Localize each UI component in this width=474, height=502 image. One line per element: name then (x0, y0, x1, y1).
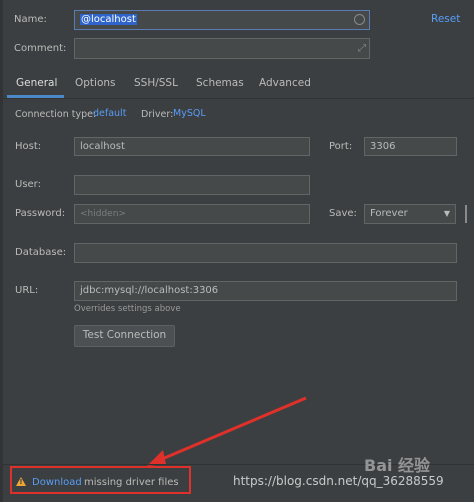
database-label: Database: (15, 247, 67, 258)
driver-label: Driver: (141, 109, 174, 120)
host-label: Host: (15, 141, 42, 152)
save-select[interactable]: Forever ▼ (364, 204, 456, 224)
connection-type-label: Connection type: (15, 109, 97, 120)
warning-bang: ! (19, 478, 23, 486)
test-connection-button[interactable]: Test Connection (74, 325, 175, 347)
name-field[interactable]: @localhost (74, 10, 370, 30)
name-label: Name: (14, 14, 47, 25)
watermark-brand: Bai 经验 (364, 456, 431, 475)
left-edge (0, 0, 3, 502)
tab-advanced[interactable]: Advanced (259, 76, 311, 90)
driver-value[interactable]: MySQL (173, 108, 206, 119)
database-input[interactable] (74, 243, 457, 263)
save-label: Save: (329, 208, 357, 219)
expand-icon[interactable]: ⤢ (358, 40, 366, 57)
url-input[interactable]: jdbc:mysql://localhost:3306 (74, 281, 457, 301)
overrides-note: Overrides settings above (74, 304, 181, 314)
user-input[interactable] (74, 175, 310, 195)
missing-driver-text: missing driver files (84, 477, 179, 488)
tab-schemas[interactable]: Schemas (196, 76, 244, 90)
comment-label: Comment: (14, 43, 67, 54)
watermark-url: https://blog.csdn.net/qq_36288559 (233, 474, 444, 488)
password-label: Password: (15, 208, 66, 219)
name-value: @localhost (80, 14, 137, 25)
user-label: User: (15, 179, 41, 190)
url-label: URL: (15, 285, 39, 296)
tab-separator (3, 98, 474, 99)
comment-field[interactable]: ⤢ (74, 38, 370, 59)
port-input[interactable]: 3306 (364, 137, 457, 156)
password-placeholder: <hidden> (80, 209, 126, 219)
tab-general[interactable]: General (16, 76, 57, 90)
tab-ssh-ssl[interactable]: SSH/SSL (134, 76, 178, 90)
reset-button[interactable]: Reset (431, 13, 460, 25)
connection-type-value[interactable]: default (93, 108, 126, 119)
port-label: Port: (329, 141, 353, 152)
tab-options[interactable]: Options (75, 76, 116, 90)
save-value: Forever (370, 208, 408, 219)
circle-icon[interactable] (354, 14, 365, 25)
scroll-handle[interactable] (465, 205, 467, 223)
host-input[interactable]: localhost (74, 137, 310, 156)
password-input[interactable]: <hidden> (74, 204, 310, 224)
download-link[interactable]: Download (32, 477, 82, 488)
chevron-down-icon: ▼ (443, 209, 450, 218)
